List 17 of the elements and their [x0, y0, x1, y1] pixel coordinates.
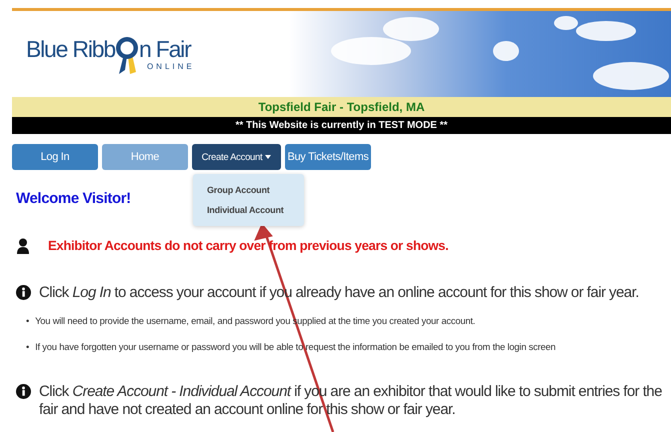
nav-button[interactable]: Log In [12, 144, 98, 170]
ribbon-rosette-icon [114, 36, 139, 76]
person-icon [16, 238, 30, 254]
nav-button[interactable]: Create Account [192, 144, 281, 170]
test-mode-notice: ** This Website is currently in TEST MODE ** [235, 120, 448, 131]
info-icon [16, 384, 31, 399]
menu-item[interactable]: Individual Account [193, 200, 304, 220]
bullet-item: If you have forgotten your username or password you will be able to request the information be emailed to you from the login screen [35, 341, 556, 353]
caret-icon [265, 155, 272, 159]
welcome-heading: Welcome Visitor! [16, 190, 131, 207]
info-icon [16, 285, 31, 300]
fair-name: Topsfield Fair - Topsfield, MA [258, 100, 425, 114]
nav-button[interactable]: Buy Tickets/Items [285, 144, 371, 170]
menu-item[interactable]: Group Account [193, 180, 304, 200]
bullet-marker: • [26, 315, 30, 327]
bullet-marker: • [26, 341, 30, 353]
logo[interactable]: Blue Ribb n Fair ONLINE [24, 34, 197, 78]
